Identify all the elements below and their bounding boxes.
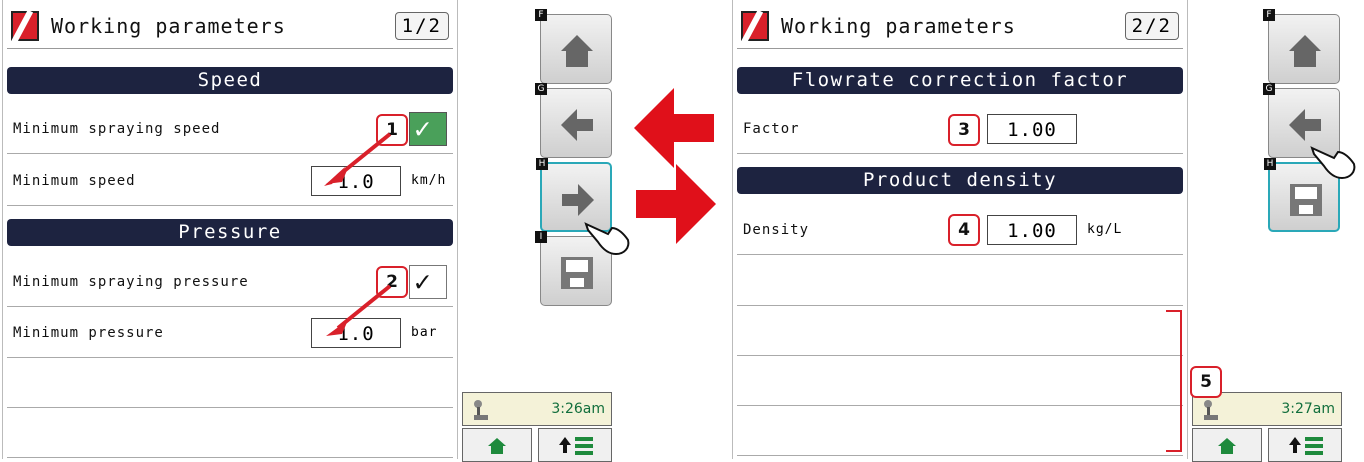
softkey-label-h: H	[536, 158, 548, 170]
factor-input[interactable]: 1.00	[987, 113, 1077, 144]
arrow-indicator	[324, 132, 392, 186]
section-header-speed: Speed	[7, 67, 453, 94]
empty-row	[737, 406, 1183, 456]
check-icon: ✓	[414, 264, 431, 298]
floppy-disk-icon	[1290, 184, 1322, 216]
brand-logo	[11, 11, 39, 41]
page-indicator: 1/2	[394, 12, 449, 40]
joystick-icon	[474, 400, 488, 420]
check-icon: ✓	[414, 111, 431, 145]
unit-bar: bar	[411, 325, 438, 340]
unit-kg-l: kg/L	[1087, 222, 1123, 237]
unit-km-h: km/h	[411, 173, 447, 188]
divider	[7, 48, 453, 49]
home-icon	[1289, 35, 1321, 67]
status-bar: 3:26am	[462, 392, 612, 426]
label-density: Density	[743, 221, 810, 238]
callout-4: 4	[948, 214, 980, 246]
title-bar: Working parameters 2/2	[741, 8, 1179, 44]
empty-row	[737, 256, 1183, 306]
floppy-disk-icon	[561, 257, 593, 289]
pointing-hand-icon	[584, 222, 630, 256]
list-up-icon	[1289, 437, 1323, 455]
page-title: Working parameters	[51, 14, 286, 38]
softkey-label-i: I	[535, 231, 547, 243]
home-icon	[488, 438, 506, 454]
joystick-icon	[1204, 400, 1218, 420]
arrow-indicator	[326, 284, 392, 336]
home-icon	[561, 35, 593, 67]
label-minimum-pressure: Minimum pressure	[13, 324, 164, 341]
section-header-density: Product density	[737, 167, 1183, 194]
pointing-hand-icon	[1310, 146, 1356, 180]
left-screen: Working parameters 1/2 Speed Minimum spr…	[2, 0, 458, 459]
density-input[interactable]: 1.00	[987, 214, 1077, 245]
callout-3: 3	[948, 114, 980, 146]
list-up-icon	[559, 437, 593, 455]
callout-5: 5	[1190, 366, 1222, 398]
clock-time: 3:27am	[1281, 401, 1335, 417]
label-minimum-speed: Minimum speed	[13, 172, 136, 189]
menu-up-button[interactable]	[538, 428, 612, 462]
section-header-flowrate: Flowrate correction factor	[737, 67, 1183, 94]
brand-logo	[741, 11, 769, 41]
bracket-indicator	[1166, 310, 1182, 452]
empty-row	[7, 408, 453, 458]
section-header-pressure: Pressure	[7, 219, 453, 246]
softkey-label-g: G	[1263, 83, 1275, 95]
home-button[interactable]: F	[535, 9, 612, 84]
arrow-left-icon	[561, 109, 593, 141]
home-button[interactable]: F	[1263, 9, 1340, 84]
empty-row	[737, 306, 1183, 356]
softkey-label-h: H	[1264, 158, 1276, 170]
minimum-spraying-speed-checkbox[interactable]: ✓	[409, 111, 447, 146]
label-factor: Factor	[743, 120, 800, 137]
softkey-label-g: G	[535, 83, 547, 95]
red-arrow-left-icon	[634, 88, 714, 168]
home-shortcut-button[interactable]	[462, 428, 532, 462]
home-shortcut-button[interactable]	[1192, 428, 1262, 462]
red-arrow-right-icon	[636, 164, 716, 244]
divider	[737, 48, 1183, 49]
clock-time: 3:26am	[551, 401, 605, 417]
empty-row	[7, 358, 453, 408]
page-indicator: 2/2	[1124, 12, 1179, 40]
menu-up-button[interactable]	[1268, 428, 1342, 462]
softkey-label-f: F	[535, 9, 547, 21]
softkey-label-f: F	[1263, 9, 1275, 21]
page-title: Working parameters	[781, 14, 1016, 38]
empty-row	[737, 356, 1183, 406]
minimum-spraying-pressure-checkbox[interactable]: ✓	[409, 264, 447, 299]
back-button[interactable]: G	[535, 83, 612, 158]
home-icon	[1218, 438, 1236, 454]
title-bar: Working parameters 1/2	[11, 8, 449, 44]
